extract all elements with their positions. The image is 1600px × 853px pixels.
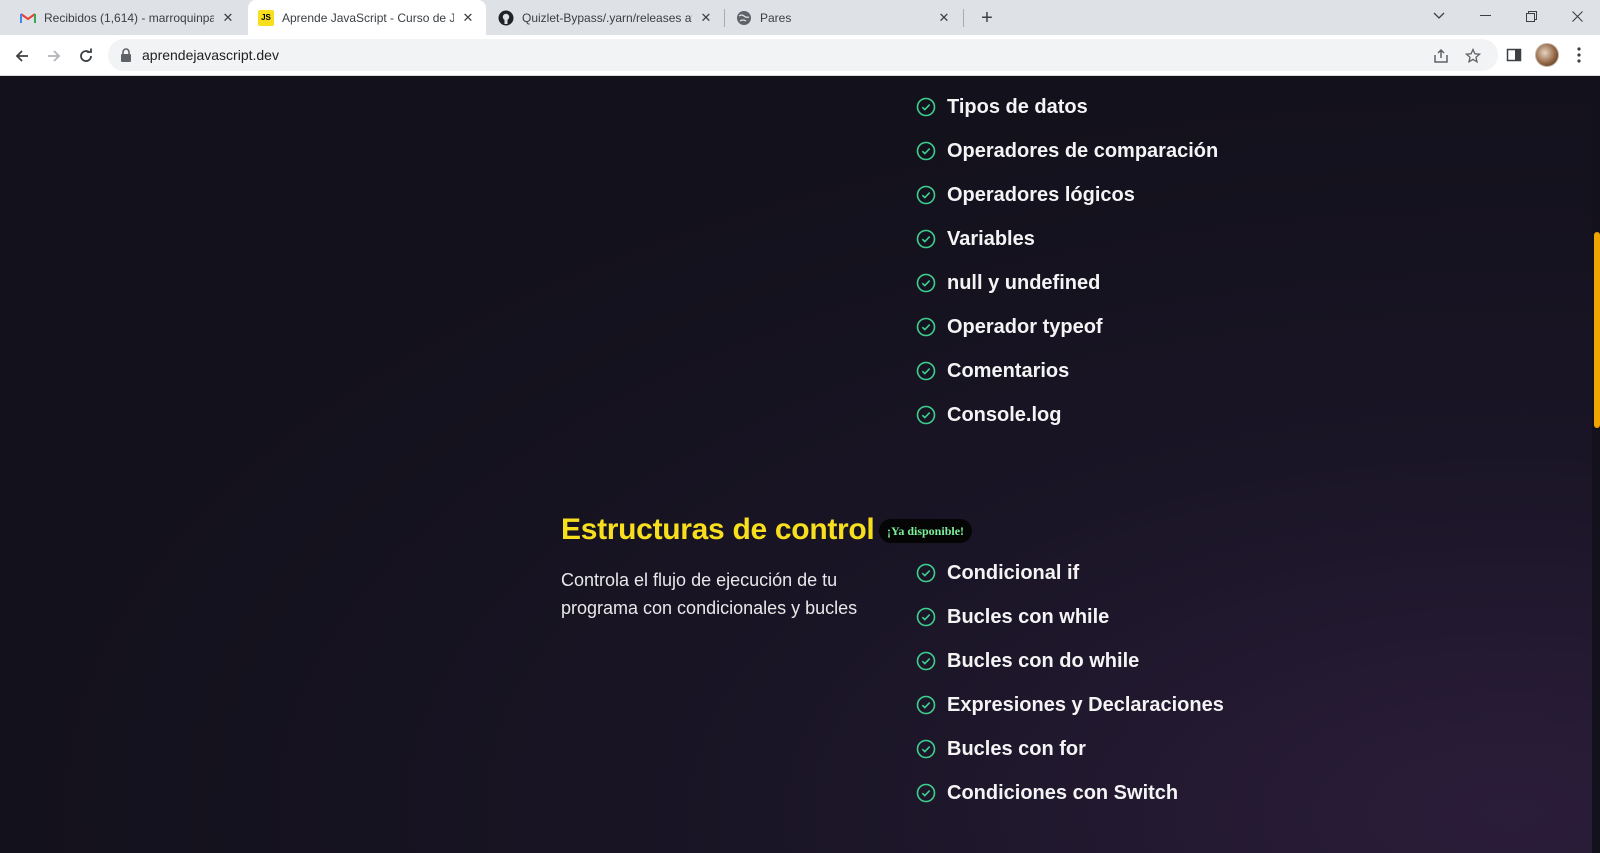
check-circle-icon (916, 563, 936, 583)
topic-label: Expresiones y Declaraciones (947, 693, 1224, 716)
check-circle-icon (916, 97, 936, 117)
restore-button[interactable] (1508, 0, 1554, 32)
topic-label: Operadores lógicos (947, 183, 1135, 206)
tab-title: Aprende JavaScript - Curso de Ja (282, 10, 454, 25)
topic-item: Tipos de datos (916, 92, 1088, 122)
topic-label: Condiciones con Switch (947, 781, 1179, 804)
scrollbar-thumb[interactable] (1594, 232, 1600, 428)
tab-title: Recibidos (1,614) - marroquinpan (44, 10, 214, 25)
topic-item: Operadores lógicos (916, 180, 1135, 210)
topic-label: Bucles con do while (947, 649, 1140, 672)
tab-separator (963, 9, 964, 27)
topic-item: Bucles con while (916, 602, 1109, 632)
topic-label: Comentarios (947, 359, 1070, 382)
topic-item: Condicional if (916, 558, 1079, 588)
topic-item: Comentarios (916, 356, 1069, 386)
tab-pares[interactable]: Pares ✕ (728, 0, 960, 35)
topic-item: null y undefined (916, 268, 1100, 298)
section-description: Controla el flujo de ejecución de tu pro… (561, 570, 858, 618)
check-circle-icon (916, 405, 936, 425)
topic-label: null y undefined (947, 271, 1101, 294)
check-circle-icon (916, 229, 936, 249)
forward-button[interactable] (40, 42, 68, 70)
tab-title: Pares (760, 10, 792, 25)
side-panel-icon[interactable] (1500, 41, 1528, 69)
topic-label: Condicional if (947, 561, 1080, 584)
browser-toolbar: aprendejavascript.dev (0, 35, 1600, 76)
back-button[interactable] (8, 42, 36, 70)
gmail-icon (20, 10, 36, 26)
topic-item: Console.log (916, 400, 1061, 430)
minimize-button[interactable] (1462, 0, 1508, 32)
topic-label: Variables (947, 227, 1035, 250)
tab-search-icon[interactable] (1416, 0, 1462, 32)
page-scrollbar[interactable] (1592, 76, 1600, 853)
check-circle-icon (916, 695, 936, 715)
tab-title: Quizlet-Bypass/.yarn/releases at (522, 10, 692, 25)
close-tab-icon[interactable]: ✕ (220, 10, 236, 26)
check-circle-icon (916, 185, 936, 205)
profile-avatar[interactable] (1535, 43, 1559, 67)
js-icon-text: JS (261, 13, 271, 22)
tab-strip: Recibidos (1,614) - marroquinpan ✕ JS Ap… (0, 0, 1600, 35)
lock-icon (120, 48, 132, 62)
check-circle-icon (916, 361, 936, 381)
available-badge: ¡Ya disponible! (879, 519, 973, 543)
check-circle-icon (916, 317, 936, 337)
topic-item: Operadores de comparación (916, 136, 1218, 166)
check-circle-icon (916, 739, 936, 759)
topic-label: Operador typeof (947, 315, 1103, 338)
check-circle-icon (916, 141, 936, 161)
github-icon (498, 10, 514, 26)
tab-gmail[interactable]: Recibidos (1,614) - marroquinpan ✕ (12, 0, 244, 35)
topic-label: Operadores de comparación (947, 139, 1219, 162)
js-icon: JS (258, 9, 274, 26)
topic-label: Console.log (947, 403, 1062, 426)
close-tab-icon[interactable]: ✕ (698, 10, 714, 26)
topic-label: Bucles con while (947, 605, 1110, 628)
topic-item: Variables (916, 224, 1035, 254)
url-text: aprendejavascript.dev (142, 47, 279, 63)
check-circle-icon (916, 783, 936, 803)
close-window-button[interactable] (1554, 0, 1600, 32)
share-icon[interactable] (1432, 47, 1450, 65)
topic-item: Condiciones con Switch (916, 778, 1178, 808)
bookmark-star-icon[interactable] (1464, 47, 1482, 65)
topic-label: Bucles con for (947, 737, 1086, 760)
check-circle-icon (916, 651, 936, 671)
address-bar[interactable]: aprendejavascript.dev (108, 39, 1498, 71)
tab-aprende-javascript[interactable]: JS Aprende JavaScript - Curso de Ja ✕ (248, 0, 486, 35)
topic-item: Operador typeof (916, 312, 1103, 342)
topic-label: Tipos de datos (947, 95, 1088, 118)
check-circle-icon (916, 273, 936, 293)
new-tab-button[interactable]: + (975, 6, 999, 30)
topic-item: Bucles con do while (916, 646, 1139, 676)
section-title: Estructuras de control (561, 513, 875, 546)
check-circle-icon (916, 607, 936, 627)
tab-separator (724, 9, 725, 27)
menu-kebab-icon[interactable] (1565, 41, 1593, 69)
topic-item: Expresiones y Declaraciones (916, 690, 1224, 720)
reload-button[interactable] (72, 42, 100, 70)
topic-item: Bucles con for (916, 734, 1086, 764)
close-tab-icon[interactable]: ✕ (460, 10, 476, 26)
globe-icon (736, 10, 752, 26)
page-content: Tipos de datos Operadores de comparación… (0, 76, 1592, 853)
close-tab-icon[interactable]: ✕ (936, 10, 952, 26)
tab-github[interactable]: Quizlet-Bypass/.yarn/releases at ✕ (490, 0, 722, 35)
